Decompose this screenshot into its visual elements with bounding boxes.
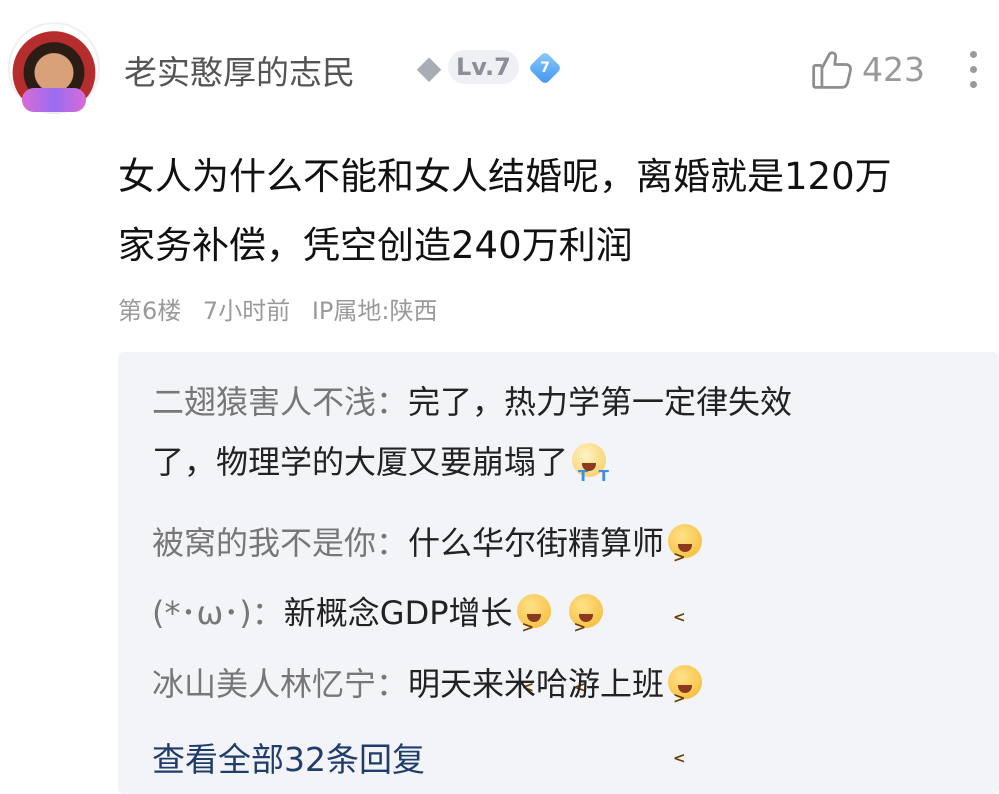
reply-separator: ： [376, 383, 409, 421]
reply-separator: ： [376, 665, 409, 703]
reply-item[interactable]: 二翅猿害人不浅：完了，热力学第一定律失效 了，物理学的大厦又要崩塌了 [152, 372, 972, 506]
view-all-replies-link[interactable]: 查看全部32条回复 [152, 733, 425, 781]
level-text: Lv.7 [448, 50, 519, 84]
diamond-level-icon: ◆ [416, 48, 442, 86]
reply-item[interactable]: 被窝的我不是你：什么华尔街精算师 [152, 513, 972, 647]
reply-section: 二翅猿害人不浅：完了，热力学第一定律失效 了，物理学的大厦又要崩塌了 被窝的我不… [118, 352, 999, 794]
post-line: 女人为什么不能和女人结婚呢，离婚就是120万 [118, 155, 892, 198]
reply-item[interactable]: (*･ω･)：新概念GDP增长 [152, 583, 972, 717]
avatar[interactable] [8, 22, 100, 114]
crying-laugh-emoji-icon [572, 443, 619, 506]
laugh-emoji-icon [516, 594, 551, 717]
more-vertical-icon[interactable] [968, 51, 978, 91]
level-badge: ◆ Lv.7 [412, 48, 519, 86]
reply-separator: ： [251, 594, 284, 632]
thumbs-up-icon[interactable] [810, 48, 854, 92]
post-text: 女人为什么不能和女人结婚呢，离婚就是120万 家务补偿，凭空创造240万利润 [118, 142, 978, 280]
reply-text: 新概念GDP增长 [283, 594, 513, 632]
laugh-emoji-icon [668, 665, 703, 788]
username[interactable]: 老实憨厚的志民 [124, 46, 355, 94]
post-line: 家务补偿，凭空创造240万利润 [118, 224, 633, 267]
reply-author[interactable]: 二翅猿害人不浅 [152, 383, 376, 421]
reply-author[interactable]: (*･ω･) [152, 594, 252, 632]
laugh-emoji-icon [668, 524, 703, 647]
reply-text: 明天来米哈游上班 [408, 665, 665, 703]
reply-separator: ： [376, 524, 409, 562]
post-time: 7小时前 [202, 297, 291, 325]
floor-number: 第6楼 [118, 297, 182, 325]
ip-location: IP属地:陕西 [311, 297, 438, 325]
reply-text: 完了，热力学第一定律失效 [408, 383, 793, 421]
reply-item[interactable]: 冰山美人林忆宁：明天来米哈游上班 [152, 654, 972, 788]
blue-gem-badge-icon: 7 [528, 51, 562, 85]
like-count[interactable]: 423 [862, 50, 925, 89]
reply-author[interactable]: 被窝的我不是你 [152, 524, 376, 562]
reply-text: 什么华尔街精算师 [408, 524, 665, 562]
reply-text: 了，物理学的大厦又要崩塌了 [152, 443, 569, 481]
post-meta: 第6楼 7小时前 IP属地:陕西 [118, 291, 451, 326]
reply-author[interactable]: 冰山美人林忆宁 [152, 665, 376, 703]
laugh-emoji-icon [568, 594, 603, 717]
blue-gem-number: 7 [540, 60, 550, 76]
